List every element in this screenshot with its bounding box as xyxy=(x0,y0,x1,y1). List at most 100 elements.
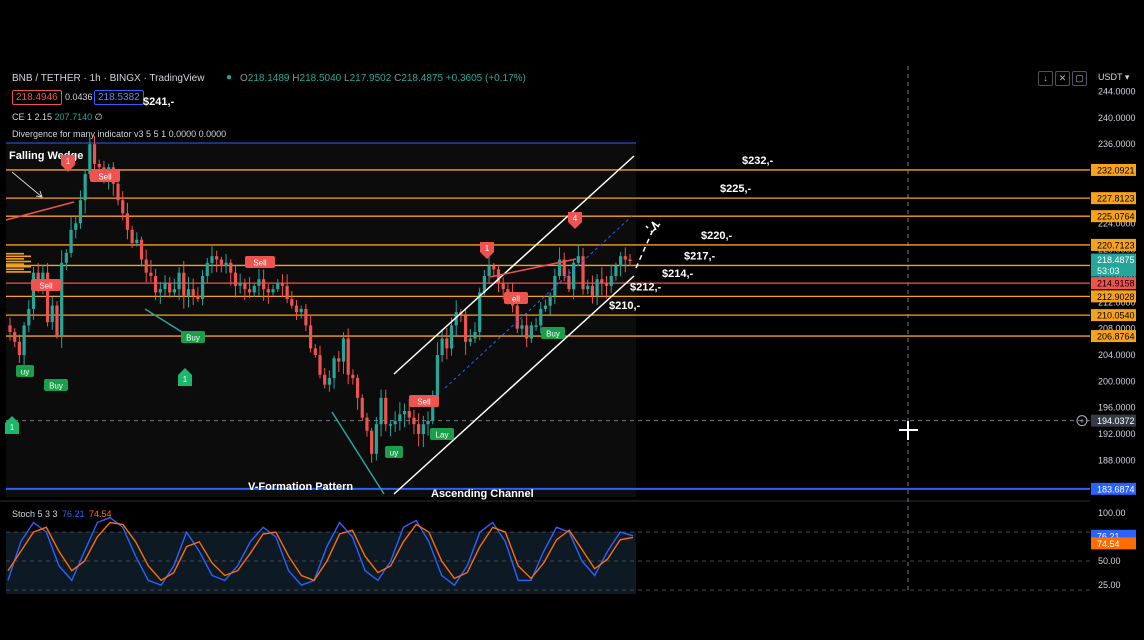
candle-body xyxy=(247,289,252,293)
candle-body xyxy=(78,200,83,224)
candle-body xyxy=(590,285,595,296)
candle-body xyxy=(125,213,130,230)
sell-signal-label: Sell xyxy=(417,398,431,407)
level-annotation: $214,- xyxy=(662,268,694,280)
candle-body xyxy=(318,355,322,375)
candle-body xyxy=(520,325,524,329)
candle-body xyxy=(501,282,505,290)
candle-body xyxy=(243,282,247,290)
pattern-label: V-Formation Pattern xyxy=(248,481,353,493)
candle-body xyxy=(515,305,519,329)
candle-body xyxy=(614,266,618,276)
candle-body xyxy=(445,338,449,349)
candle-body xyxy=(64,252,68,263)
symbol-title[interactable]: BNB / TETHER · 1h · BINGX · TradingView xyxy=(12,73,204,84)
candle-body xyxy=(55,305,59,336)
buy-signal-label: Buy xyxy=(186,334,200,343)
buy-signal-label: uy xyxy=(390,449,398,458)
bid-price[interactable]: 218.4946 xyxy=(12,90,62,105)
live-dot-icon: ● xyxy=(226,72,233,83)
candle-body xyxy=(88,144,92,174)
price-tick-label: 236.0000 xyxy=(1098,139,1136,149)
candle-body xyxy=(294,305,299,313)
candle-body xyxy=(309,325,313,349)
price-tick-label: 188.0000 xyxy=(1098,455,1136,465)
candle-body xyxy=(97,163,101,168)
candle-body xyxy=(290,299,294,306)
candle-body xyxy=(407,411,411,418)
candle-body xyxy=(257,279,261,286)
candle-body xyxy=(567,275,571,290)
candle-body xyxy=(69,229,73,253)
stoch-k-value: 76.21 xyxy=(62,509,85,519)
candle-body xyxy=(168,282,172,293)
level-price-tag-text: 212.9028 xyxy=(1097,292,1135,302)
candle-body xyxy=(539,308,543,326)
plus-icon[interactable]: + xyxy=(1080,417,1085,426)
countdown-text: 53:03 xyxy=(1097,266,1120,276)
arrow-down-icon[interactable]: ↓ xyxy=(1038,71,1053,86)
candle-body xyxy=(388,424,393,426)
candle-body xyxy=(478,292,482,332)
candle-body xyxy=(623,256,627,260)
volume-profile-bar xyxy=(6,255,31,258)
candle-body xyxy=(449,325,454,349)
candle-body xyxy=(313,348,317,356)
candle-body xyxy=(379,397,383,425)
candle-body xyxy=(619,256,623,267)
maximize-icon[interactable]: ▢ xyxy=(1072,71,1087,86)
candle-body xyxy=(370,430,374,454)
level-annotation: $232,- xyxy=(742,155,774,167)
candle-body xyxy=(210,256,214,263)
currency-selector[interactable]: USDT ▾ xyxy=(1098,72,1129,83)
candle-body xyxy=(534,325,538,327)
candle-body xyxy=(17,341,21,356)
candle-body xyxy=(355,378,360,398)
level-annotation: $220,- xyxy=(701,230,733,242)
candle-body xyxy=(332,358,336,379)
sell-signal-label: Sell xyxy=(39,282,53,291)
candle-body xyxy=(116,183,120,201)
price-tick-label: 192.0000 xyxy=(1098,429,1136,439)
candle-body xyxy=(172,289,176,293)
candle-body xyxy=(163,282,167,290)
candle-body xyxy=(609,275,613,286)
candle-body xyxy=(402,411,407,415)
candle-body xyxy=(299,308,303,313)
candle-body xyxy=(628,259,632,261)
projection-arrow xyxy=(635,223,661,269)
candle-body xyxy=(586,285,590,290)
candle-body xyxy=(576,256,580,263)
candle-body xyxy=(572,262,576,290)
buy-signal-label: Buy xyxy=(546,330,560,339)
sell-signal-label: Sell xyxy=(253,259,267,268)
candle-body xyxy=(285,285,289,300)
collapse-icon[interactable]: ✕ xyxy=(1055,71,1070,86)
marker-label: 4 xyxy=(573,214,578,223)
candle-body xyxy=(327,378,331,385)
candle-body xyxy=(276,282,280,290)
buy-signal-label: Buy xyxy=(49,382,63,391)
ask-price[interactable]: 218.5382 xyxy=(94,90,144,105)
candle-body xyxy=(525,325,529,339)
spread-value: 0.0436 xyxy=(65,92,93,102)
candle-body xyxy=(92,144,97,164)
candle-body xyxy=(205,262,209,276)
candle-body xyxy=(262,279,266,290)
candle-body xyxy=(238,282,242,286)
candle-body xyxy=(191,289,195,296)
divergence-indicator: Divergence for many indicator v3 5 5 1 0… xyxy=(12,129,227,139)
bottom-line-tag-text: 183.6874 xyxy=(1097,484,1135,494)
candle-body xyxy=(130,229,134,244)
level-price-tag-text: 210.0540 xyxy=(1097,311,1135,321)
volume-profile-bar xyxy=(6,265,31,268)
level-price-tag-text: 225.0764 xyxy=(1097,212,1135,222)
candle-body xyxy=(487,266,491,276)
volume-profile-bar xyxy=(6,268,24,271)
candle-body xyxy=(271,289,275,293)
candle-body xyxy=(144,259,148,273)
candle-body xyxy=(412,417,416,425)
price-tick-label: 204.0000 xyxy=(1098,350,1136,360)
candle-body xyxy=(149,272,153,276)
candle-body xyxy=(50,305,54,323)
